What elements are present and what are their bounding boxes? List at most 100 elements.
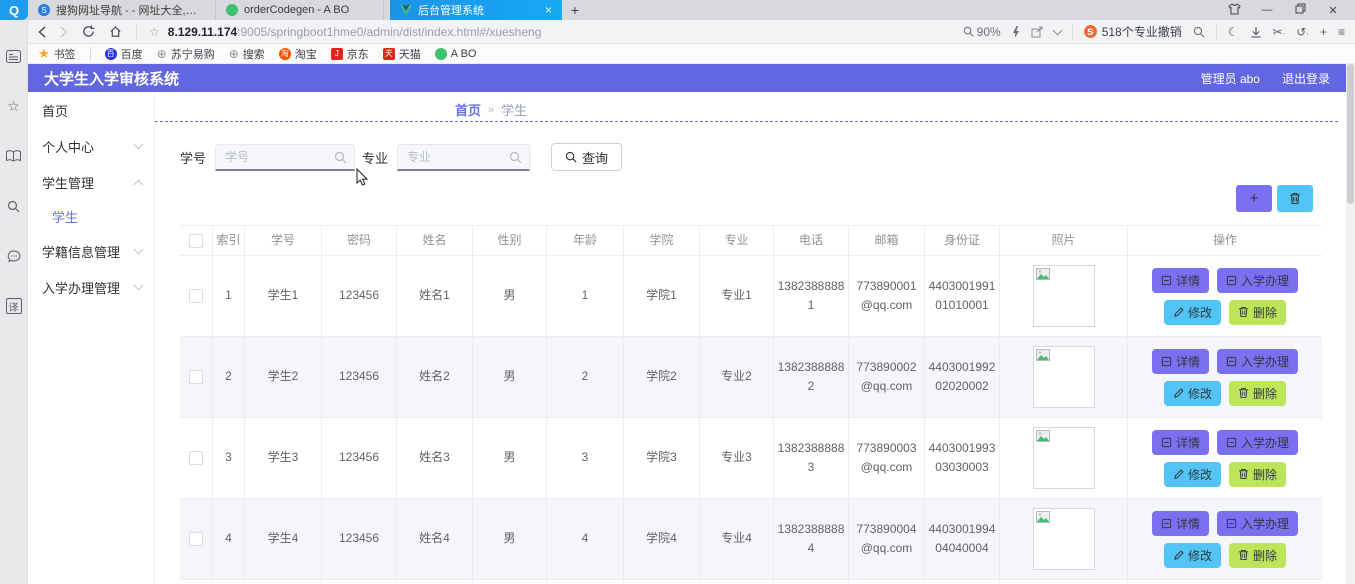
detail-button[interactable]: 详情 — [1151, 429, 1209, 455]
major-input[interactable]: 专业 — [397, 143, 531, 171]
cell-major: 专业1 — [700, 256, 774, 336]
select-all-checkbox[interactable] — [189, 233, 203, 248]
search-sidebar-icon[interactable] — [6, 198, 22, 214]
skin-icon[interactable] — [1222, 2, 1246, 18]
hot-search[interactable]: S 518个专业撤销 — [1083, 23, 1182, 40]
enroll-button[interactable]: 入学办理 — [1217, 267, 1299, 293]
filter-bar: 学号 学号 专业 专业 查询 — [180, 143, 1346, 171]
bookmark-search[interactable]: ⊕ 搜索 — [229, 46, 265, 62]
browser-tab-sogou-nav[interactable]: S 搜狗网址导航 - - 网址大全,实用网址 — [28, 0, 216, 20]
edit-button[interactable]: 修改 — [1163, 380, 1221, 406]
add-student-button[interactable]: + — [1236, 185, 1272, 212]
url-zone[interactable]: ☆ 8.129.11.174:9005/springboot1hme0/admi… — [149, 25, 963, 39]
search-icon — [565, 151, 577, 163]
detail-button[interactable]: 详情 — [1151, 267, 1209, 293]
tab-close-icon[interactable]: × — [541, 3, 552, 17]
sogou-browser-logo-icon[interactable]: Q — [0, 0, 28, 20]
sidebar-item-personal-center[interactable]: 个人中心 — [28, 128, 154, 164]
query-button[interactable]: 查询 — [551, 143, 623, 171]
reload-icon[interactable] — [82, 25, 95, 38]
back-icon[interactable] — [38, 25, 46, 38]
jd-icon: J — [330, 47, 343, 60]
bookmark-jd[interactable]: J 京东 — [330, 46, 369, 62]
student-id-label: 学号 — [180, 150, 207, 166]
bookmark-tmall[interactable]: 天天猫 — [382, 46, 421, 62]
screenshot-scissors-icon[interactable]: ✂· — [1273, 25, 1286, 39]
edit-button[interactable]: 修改 — [1163, 542, 1221, 568]
edit-button[interactable]: 修改 — [1163, 299, 1221, 325]
share-icon[interactable] — [1031, 26, 1043, 38]
url-text[interactable]: 8.129.11.174:9005/springboot1hme0/admin/… — [168, 25, 542, 39]
input-placeholder: 专业 — [407, 150, 432, 164]
bookmark-baidu[interactable]: 百百度 — [104, 46, 143, 62]
browser-tab-admin-active[interactable]: 后台管理系统 × — [390, 0, 562, 20]
cell-name: 姓名4 — [397, 499, 473, 579]
student-id-input[interactable]: 学号 — [215, 143, 356, 171]
browser-tab-ordercodegen[interactable]: orderCodegen - A BO — [216, 0, 384, 20]
bookmark-taobao[interactable]: 淘淘宝 — [278, 46, 317, 62]
sidebar-item-home[interactable]: 首页 — [28, 92, 154, 128]
add-icon[interactable]: + — [1320, 25, 1327, 39]
download-icon[interactable] — [1250, 26, 1262, 38]
header-checkbox-cell — [180, 226, 213, 255]
close-window-icon[interactable]: ✕ — [1321, 4, 1345, 17]
home-icon[interactable] — [109, 25, 122, 38]
cell-password — [322, 580, 397, 584]
bookmark-star-icon[interactable]: ☆ — [149, 25, 160, 39]
col-major: 专业 — [700, 226, 774, 255]
detail-button[interactable]: 详情 — [1151, 348, 1209, 374]
detail-button[interactable]: 详情 — [1151, 510, 1209, 536]
enroll-button[interactable]: 入学办理 — [1217, 510, 1299, 536]
bookmark-suning[interactable]: ⊕ 苏宁易购 — [157, 46, 215, 62]
document-icon — [1226, 437, 1237, 447]
night-mode-icon[interactable]: ☾ — [1228, 25, 1239, 39]
student-photo[interactable] — [1032, 346, 1095, 408]
restore-icon[interactable] — [1288, 3, 1312, 17]
document-icon — [1226, 275, 1237, 285]
student-photo[interactable] — [1032, 427, 1095, 489]
bookmark-abo[interactable]: A BO — [434, 47, 476, 60]
chevron-down-icon[interactable] — [1052, 25, 1063, 35]
broken-image-icon — [1035, 511, 1050, 523]
sidebar-item-student[interactable]: 学生 — [28, 200, 154, 233]
favorites-star-icon[interactable]: ☆ — [6, 98, 22, 114]
delete-button[interactable]: 删除 — [1229, 542, 1287, 568]
enroll-button[interactable]: 入学办理 — [1217, 348, 1299, 374]
flash-icon[interactable] — [1012, 25, 1020, 38]
delete-button[interactable]: 删除 — [1229, 461, 1287, 487]
menu-icon[interactable]: ≡ — [1338, 25, 1345, 39]
student-photo[interactable] — [1032, 508, 1095, 570]
chat-bubble-icon[interactable] — [6, 248, 22, 264]
breadcrumb: 首页 » 学生 — [455, 100, 527, 119]
delete-button[interactable]: 删除 — [1229, 299, 1287, 325]
batch-delete-button[interactable] — [1277, 185, 1313, 212]
forward-icon[interactable] — [60, 25, 68, 38]
row-checkbox[interactable] — [189, 532, 203, 546]
edit-button[interactable]: 修改 — [1163, 461, 1221, 487]
breadcrumb-home-link[interactable]: 首页 — [455, 100, 481, 119]
delete-button[interactable]: 删除 — [1229, 380, 1287, 406]
row-checkbox[interactable] — [189, 370, 203, 384]
sidebar-item-student-management[interactable]: 学生管理 — [28, 164, 154, 200]
globe-icon: ⊕ — [156, 46, 167, 61]
page-scrollbar[interactable] — [1346, 64, 1355, 584]
feed-card-icon[interactable] — [6, 48, 22, 64]
new-tab-button[interactable]: + — [562, 0, 588, 20]
student-photo[interactable] — [1032, 265, 1095, 327]
bookmarks-label[interactable]: ★ 书签 — [38, 46, 76, 62]
search-icon[interactable] — [1193, 26, 1205, 38]
scrollbar-thumb[interactable] — [1347, 64, 1354, 204]
sidebar-item-enrollment-management[interactable]: 入学办理管理 — [28, 269, 154, 305]
logout-link[interactable]: 退出登录 — [1282, 70, 1330, 87]
sidebar-item-student-status-management[interactable]: 学籍信息管理 — [28, 233, 154, 269]
minimize-icon[interactable]: — — [1255, 4, 1279, 16]
globe-icon: ⊕ — [228, 46, 239, 61]
zoom-level[interactable]: 90% — [963, 25, 1001, 39]
translate-icon[interactable]: 译 — [5, 298, 22, 314]
edit-pencil-icon — [1174, 306, 1184, 317]
enroll-button[interactable]: 入学办理 — [1217, 429, 1299, 455]
row-checkbox[interactable] — [189, 451, 203, 465]
reading-book-icon[interactable] — [6, 148, 22, 164]
undo-icon[interactable]: ↺· — [1296, 25, 1309, 39]
row-checkbox[interactable] — [189, 289, 203, 303]
